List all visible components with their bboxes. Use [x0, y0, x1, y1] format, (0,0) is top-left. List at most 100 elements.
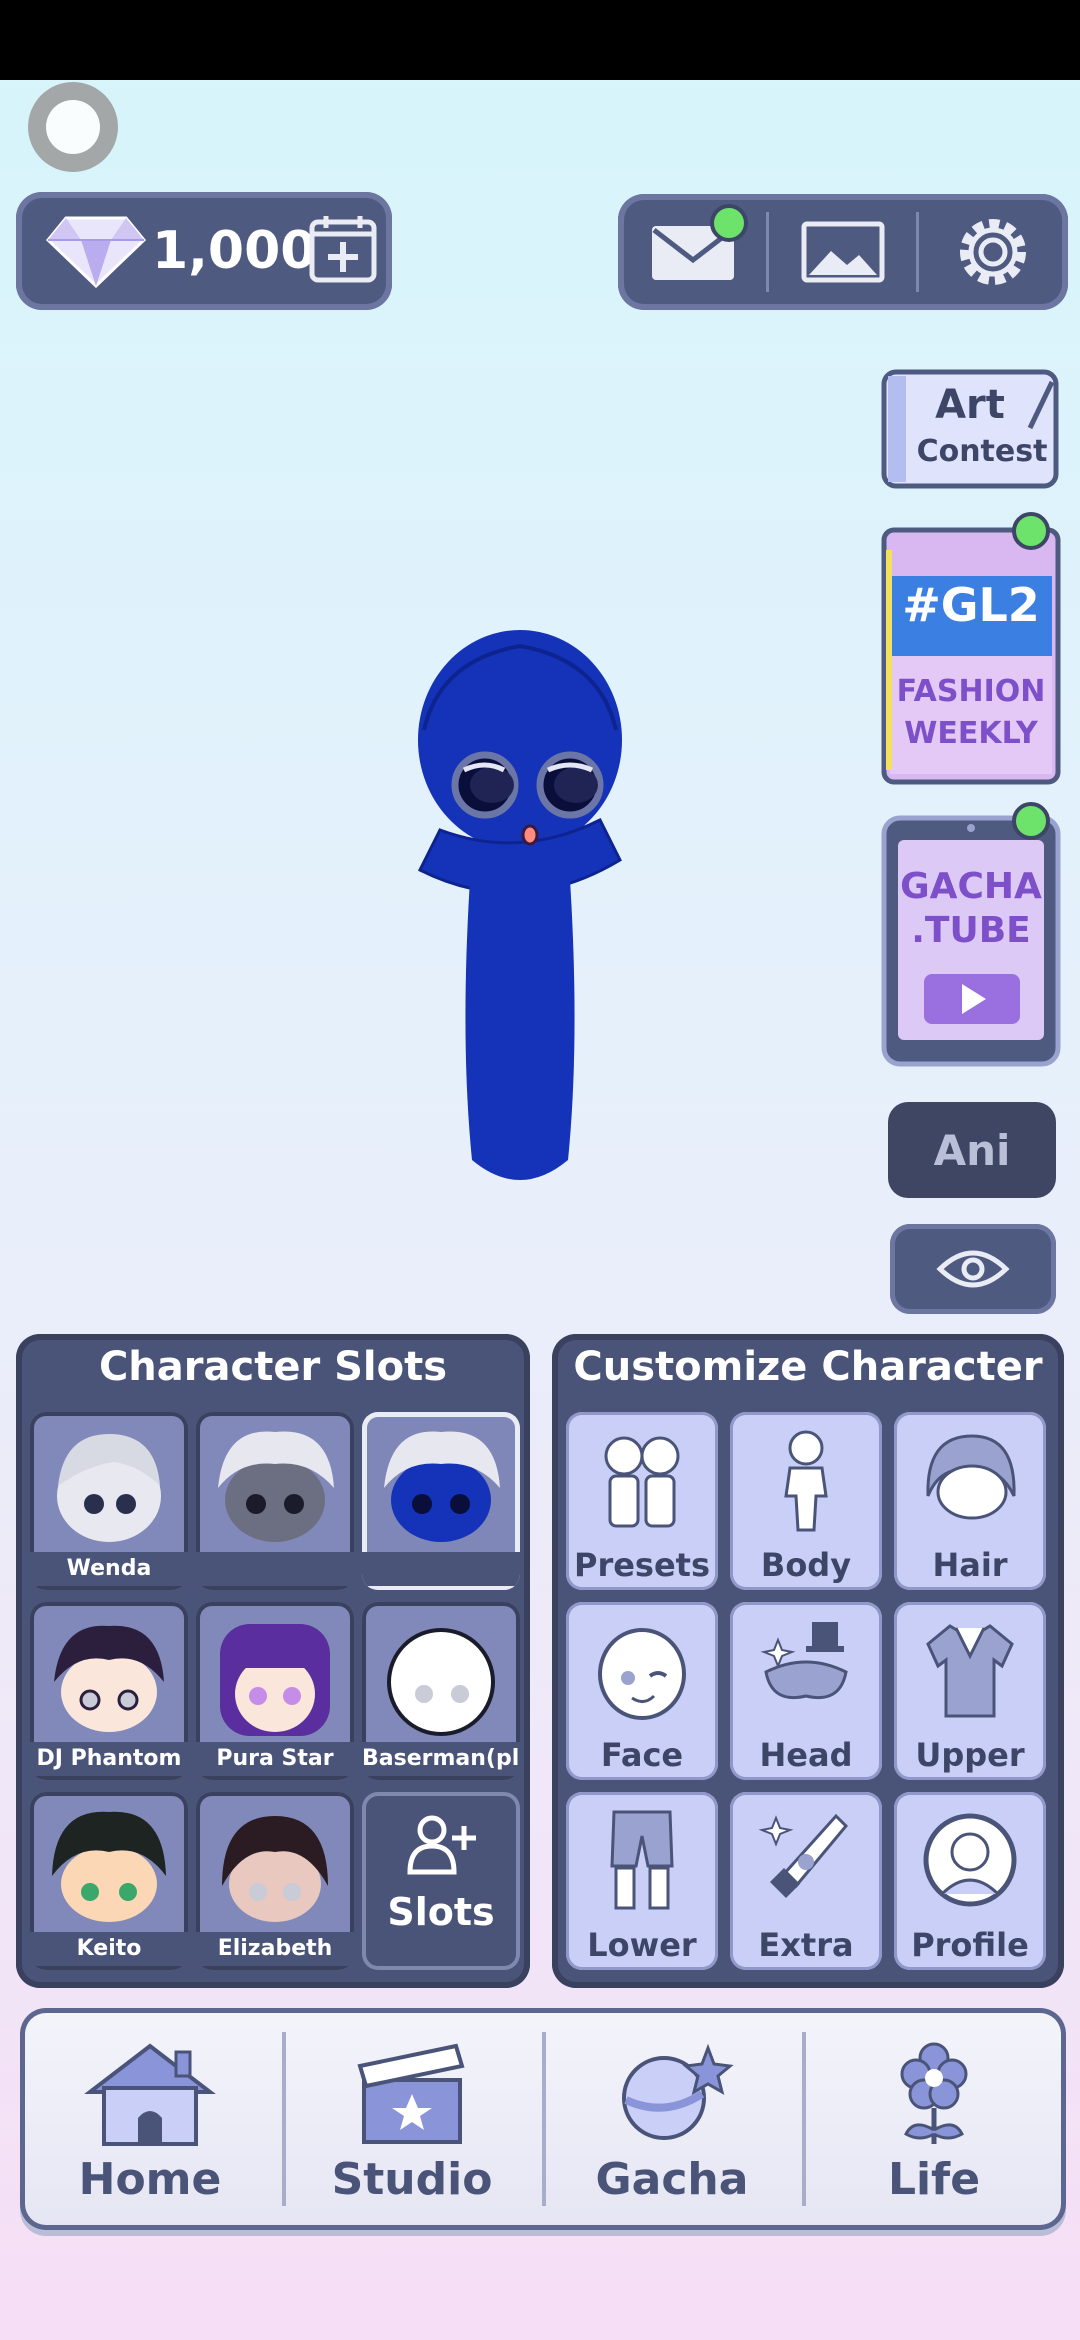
slot-avatar — [222, 1816, 328, 1922]
customize-presets[interactable]: Presets — [566, 1412, 718, 1590]
customize-lower[interactable]: Lower — [566, 1792, 718, 1970]
extra-icon — [758, 1813, 849, 1898]
customize-profile[interactable]: Profile — [894, 1792, 1046, 1970]
home-icon — [84, 2043, 216, 2146]
clapperboard-icon — [357, 2043, 465, 2144]
nav-gacha[interactable]: Gacha — [542, 2008, 802, 2230]
customize-title: Customize Character — [573, 1344, 1043, 1390]
flower-icon — [900, 2042, 968, 2144]
gacha-planet-icon — [622, 2043, 734, 2140]
fashion-weekly-button[interactable]: #GL2 FASHION WEEKLY — [880, 526, 1062, 786]
customize-label: Extra — [758, 1926, 854, 1964]
customize-extra[interactable]: Extra — [730, 1792, 882, 1970]
customize-character-panel: Customize Character Presets Body Hair Fa… — [552, 1334, 1064, 1988]
slot-3-selected[interactable] — [362, 1412, 520, 1590]
customize-label: Head — [759, 1736, 853, 1774]
mail-button[interactable] — [618, 194, 768, 310]
slot-7[interactable]: Keito — [30, 1792, 188, 1970]
slot-avatar — [384, 1431, 500, 1542]
fashion-line1: FASHION — [896, 674, 1046, 709]
eye-icon — [936, 1250, 1010, 1288]
status-bar — [0, 0, 1080, 80]
slot-avatar — [57, 1434, 161, 1542]
gallery-button[interactable] — [768, 194, 918, 310]
character-preview[interactable] — [380, 620, 660, 1190]
gachatube-notification-dot — [1012, 802, 1050, 840]
customize-label: Profile — [911, 1926, 1029, 1964]
add-slots-label: Slots — [387, 1890, 495, 1934]
nav-label: Studio — [331, 2154, 493, 2205]
slot-6[interactable]: Baserman(plu — [362, 1602, 520, 1780]
customize-label: Hair — [932, 1546, 1008, 1584]
slot-avatar — [54, 1625, 164, 1732]
customize-body[interactable]: Body — [730, 1412, 882, 1590]
slot-avatar — [218, 1431, 334, 1542]
profile-icon — [923, 1813, 1017, 1907]
slot-4[interactable]: DJ Phantom — [30, 1602, 188, 1780]
slot-label: Wenda — [30, 1552, 188, 1586]
customize-label: Upper — [915, 1736, 1025, 1774]
mail-notification-dot — [710, 204, 748, 242]
customize-hair[interactable]: Hair — [894, 1412, 1046, 1590]
customize-face[interactable]: Face — [566, 1602, 718, 1780]
nav-label: Gacha — [595, 2154, 749, 2205]
slot-label: Elizabeth — [196, 1932, 354, 1966]
nav-home[interactable]: Home — [20, 2008, 280, 2230]
slot-label — [196, 1552, 354, 1586]
slot-avatar — [220, 1624, 330, 1736]
fashion-line2: WEEKLY — [904, 716, 1038, 751]
image-icon — [801, 221, 885, 283]
art-contest-title: Art — [935, 382, 1005, 428]
fashion-notification-dot — [1012, 512, 1050, 550]
nav-studio[interactable]: Studio — [282, 2008, 542, 2230]
slot-label: Baserman(plu — [362, 1742, 520, 1776]
slot-label: DJ Phantom — [30, 1742, 188, 1776]
nav-label: Home — [78, 2154, 222, 2205]
customize-upper[interactable]: Upper — [894, 1602, 1046, 1780]
customize-label: Lower — [587, 1926, 697, 1964]
hair-icon — [926, 1434, 1016, 1520]
customize-head[interactable]: Head — [730, 1602, 882, 1780]
customize-label: Face — [600, 1736, 684, 1774]
art-contest-subtitle: Contest — [916, 434, 1048, 469]
slot-avatar — [387, 1628, 495, 1736]
diamond-icon — [46, 216, 146, 288]
gem-counter: 1,000 — [16, 192, 392, 310]
slot-label — [362, 1552, 520, 1586]
slot-avatar — [52, 1811, 166, 1922]
art-contest-button[interactable]: Art Contest — [880, 368, 1062, 490]
slot-1[interactable]: Wenda — [30, 1412, 188, 1590]
slot-8[interactable]: Elizabeth — [196, 1792, 354, 1970]
lower-icon — [610, 1810, 674, 1910]
face-icon — [598, 1628, 686, 1720]
record-button[interactable] — [28, 82, 118, 172]
upper-icon — [926, 1624, 1014, 1718]
nav-label: Life — [887, 2154, 981, 2205]
character-slots-panel: Character Slots Wenda DJ Phantom Pura St… — [16, 1334, 530, 1988]
gachatube-line2: .TUBE — [911, 910, 1031, 951]
gachatube-line1: GACHA — [900, 866, 1042, 907]
gear-icon — [960, 219, 1026, 285]
gacha-tube-button[interactable]: GACHA .TUBE — [880, 814, 1062, 1068]
slot-label: Keito — [30, 1932, 188, 1966]
add-gems-icon[interactable] — [308, 214, 378, 286]
slot-5[interactable]: Pura Star — [196, 1602, 354, 1780]
customize-label: Presets — [573, 1546, 711, 1584]
add-slots-button[interactable]: Slots — [362, 1792, 520, 1970]
toggle-view-button[interactable] — [890, 1224, 1056, 1314]
slot-label: Pura Star — [196, 1742, 354, 1776]
body-icon — [784, 1430, 828, 1532]
gem-count: 1,000 — [152, 221, 317, 281]
character-slots-title: Character Slots — [98, 1344, 448, 1390]
animation-button[interactable]: Ani — [888, 1102, 1056, 1198]
fashion-tag: #GL2 — [902, 578, 1040, 632]
bottom-navigation: Home Studio Gacha Life — [20, 2008, 1066, 2230]
head-icon — [760, 1622, 848, 1699]
presets-icon — [604, 1436, 680, 1528]
slot-2[interactable] — [196, 1412, 354, 1590]
nav-life[interactable]: Life — [804, 2008, 1064, 2230]
settings-button[interactable] — [918, 194, 1068, 310]
add-person-icon — [407, 1815, 476, 1875]
customize-label: Body — [760, 1546, 852, 1584]
top-menu — [618, 194, 1068, 310]
